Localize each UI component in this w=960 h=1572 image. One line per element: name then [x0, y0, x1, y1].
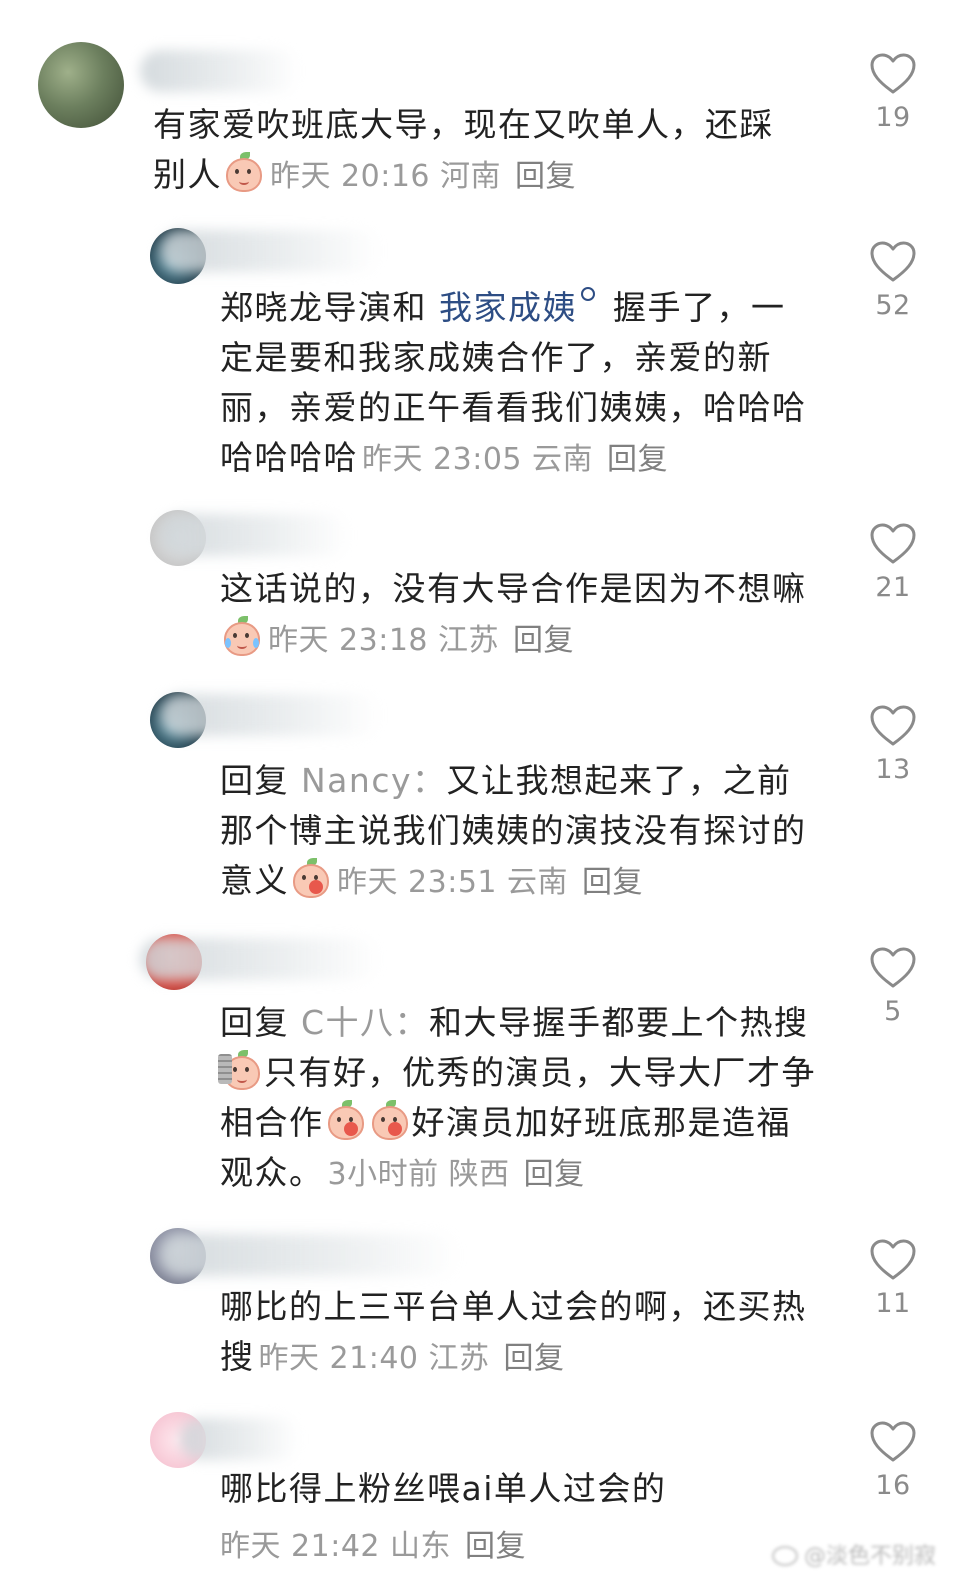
- comment-meta: 昨天 21:40 江苏 回复: [259, 1341, 565, 1376]
- username-blurred[interactable]: [140, 50, 300, 92]
- reply-button[interactable]: 回复: [607, 442, 668, 477]
- comment-body: 哪比得上粉丝喂ai单人过会的: [220, 1469, 667, 1508]
- like-button[interactable]: 16: [866, 1420, 920, 1501]
- like-button[interactable]: 13: [866, 704, 920, 785]
- comment-time: 昨天 20:16: [270, 159, 430, 194]
- heart-icon: [870, 53, 916, 94]
- like-count: 21: [875, 572, 911, 603]
- like-button[interactable]: 11: [866, 1238, 920, 1319]
- mention-link[interactable]: C十八：: [301, 1003, 429, 1042]
- topic-link[interactable]: 我家成姨: [439, 288, 577, 327]
- comment-location: 云南: [532, 442, 594, 477]
- comment-time: 昨天 23:51: [337, 865, 497, 900]
- like-count: 19: [875, 102, 911, 133]
- username-blurred[interactable]: [180, 1418, 300, 1460]
- like-count: 52: [875, 290, 911, 321]
- heart-icon: [870, 241, 916, 282]
- weibo-logo-icon: [772, 1546, 798, 1566]
- heart-icon: [870, 1239, 916, 1280]
- username-blurred[interactable]: [160, 1234, 460, 1276]
- search-icon: [581, 287, 595, 301]
- heart-icon: [870, 947, 916, 988]
- comment-location: 云南: [507, 865, 569, 900]
- like-button[interactable]: 19: [866, 52, 920, 133]
- reply-button[interactable]: 回复: [465, 1529, 526, 1564]
- username-blurred[interactable]: [160, 694, 380, 736]
- comment-meta: 3小时前 陕西 回复: [328, 1157, 585, 1192]
- comment-text: 这话说的，没有大导合作是因为不想嘛昨天 23:18 江苏 回复: [220, 564, 816, 666]
- comment-text: 有家爱吹班底大导，现在又吹单人，还踩别人 昨天 20:16 河南 回复: [153, 100, 793, 202]
- smile-emoji-icon: [224, 152, 264, 194]
- like-button[interactable]: 5: [866, 946, 920, 1027]
- comment-text: 回复 Nancy：又让我想起来了，之前那个博主说我们姨姨的演技没有探讨的意义 昨天…: [220, 756, 816, 908]
- comment-meta: 昨天 20:16 河南 回复: [270, 159, 576, 194]
- comment-meta: 昨天 23:05 云南 回复: [362, 442, 668, 477]
- comment-location: 山东: [390, 1529, 452, 1564]
- watermark-text: @淡色不别寂: [804, 1544, 937, 1569]
- avatar[interactable]: [38, 42, 124, 128]
- like-count: 16: [875, 1470, 911, 1501]
- comment-text: 回复 C十八：和大导握手都要上个热搜 只有好，优秀的演员，大导大厂才争相合作 好演员…: [218, 998, 816, 1200]
- heart-icon: [870, 523, 916, 564]
- fan-emoji-icon: [218, 1050, 262, 1092]
- comment-location: 江苏: [428, 1341, 490, 1376]
- username-blurred[interactable]: [160, 514, 350, 556]
- reply-prefix: 回复: [220, 1003, 289, 1042]
- username-blurred[interactable]: [140, 938, 380, 980]
- like-count: 5: [884, 996, 902, 1027]
- crying-emoji-icon: [222, 616, 262, 658]
- reply-button[interactable]: 回复: [504, 1341, 565, 1376]
- like-button[interactable]: 52: [866, 240, 920, 321]
- comment-meta: 昨天 23:51 云南 回复: [337, 865, 643, 900]
- comment-body: 这话说的，没有大导合作是因为不想嘛: [220, 569, 807, 608]
- mention-link[interactable]: Nancy：: [301, 761, 447, 800]
- comment-meta-row: 昨天 21:42 山东 回复: [220, 1520, 816, 1572]
- comment-body: 和大导握手都要上个热搜: [429, 1003, 809, 1042]
- comment-time: 3小时前: [327, 1157, 439, 1192]
- like-count: 13: [875, 754, 911, 785]
- comment-meta: 昨天 23:18 江苏 回复: [268, 623, 574, 658]
- like-button[interactable]: 21: [866, 522, 920, 603]
- comment-meta: 昨天 21:42 山东 回复: [220, 1529, 526, 1564]
- reply-prefix: 回复: [220, 761, 289, 800]
- comment-time: 昨天 23:05: [362, 442, 522, 477]
- shy-emoji-icon: [326, 1100, 366, 1142]
- comment-text: 哪比的上三平台单人过会的啊，还买热搜 昨天 21:40 江苏 回复: [220, 1282, 816, 1384]
- reply-button[interactable]: 回复: [515, 159, 576, 194]
- shy-emoji-icon: [291, 858, 331, 900]
- username-blurred[interactable]: [160, 230, 380, 272]
- comment-time: 昨天 23:18: [268, 623, 428, 658]
- like-count: 11: [875, 1288, 911, 1319]
- watermark: @淡色不别寂: [772, 1538, 960, 1571]
- shy-emoji-icon: [370, 1100, 410, 1142]
- comment-text: 郑晓龙导演和 我家成姨 握手了，一定是要和我家成姨合作了，亲爱的新丽，亲爱的正午…: [220, 283, 816, 485]
- comment-time: 昨天 21:40: [258, 1341, 419, 1376]
- comment-text: 哪比得上粉丝喂ai单人过会的: [220, 1464, 816, 1514]
- reply-button[interactable]: 回复: [582, 865, 643, 900]
- reply-button[interactable]: 回复: [513, 623, 574, 658]
- comment-time: 昨天 21:42: [220, 1529, 380, 1564]
- reply-button[interactable]: 回复: [524, 1157, 585, 1192]
- comment-location: 江苏: [438, 623, 500, 658]
- heart-icon: [870, 705, 916, 746]
- comment-location: 陕西: [448, 1157, 510, 1192]
- comment-body: 郑晓龙导演和: [220, 288, 439, 327]
- comment-location: 河南: [440, 159, 502, 194]
- heart-icon: [870, 1421, 916, 1462]
